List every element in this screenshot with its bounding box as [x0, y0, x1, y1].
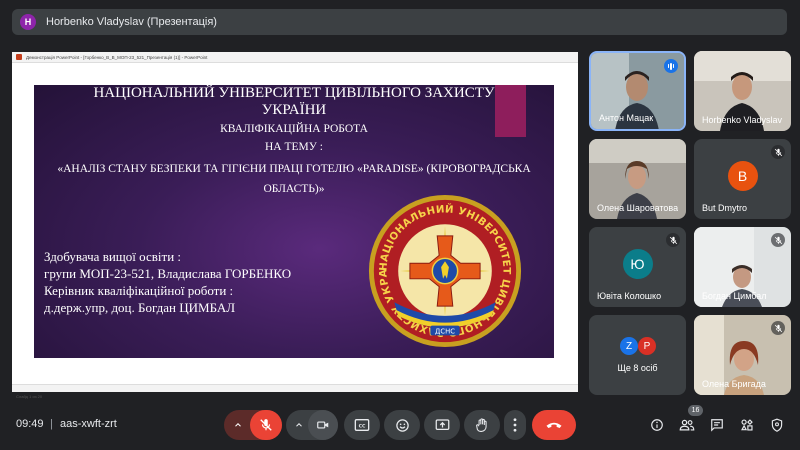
hand-icon — [476, 418, 487, 432]
divider: | — [50, 418, 53, 430]
presenter-label: Horbenko Vladyslav (Презентація) — [46, 16, 217, 28]
avatar: Ю — [622, 249, 653, 279]
mic-off-icon — [771, 233, 785, 247]
more-options-button[interactable] — [504, 410, 526, 440]
participant-tile-others[interactable]: Z P Ще 8 осіб — [589, 315, 686, 395]
chevron-up-icon — [296, 423, 302, 427]
participant-tile[interactable]: Ю Ювіта Колошко — [589, 227, 686, 307]
microphone-button[interactable] — [250, 410, 282, 440]
slide-body-line: д.держ.упр, доц. Богдан ЦИМБАЛ — [44, 300, 236, 315]
captions-icon: CC — [354, 419, 370, 431]
participant-tile[interactable]: Олена Шароватова — [589, 139, 686, 219]
people-icon — [679, 419, 695, 431]
slide-body-line: Керівник кваліфікаційної роботи : — [44, 283, 234, 298]
powerpoint-titlebar: Демонстрація PowerPoint - [Горбенко_В_В_… — [12, 52, 578, 63]
clock: 09:49 — [16, 418, 44, 430]
others-count-label: Ще 8 осіб — [617, 363, 658, 373]
mic-off-icon — [666, 233, 680, 247]
host-controls-button[interactable] — [768, 416, 786, 434]
svg-text:CC: CC — [359, 424, 366, 430]
mic-off-icon — [260, 419, 272, 431]
presenter-chip[interactable]: H Horbenko Vladyslav (Презентація) — [12, 9, 787, 35]
present-icon — [435, 419, 449, 430]
slide-body: Здобувача вищої освіти : групи МОП-23-52… — [44, 248, 344, 316]
shared-screen: Демонстрація PowerPoint - [Горбенко_В_В_… — [12, 52, 578, 399]
video-options-button[interactable] — [291, 417, 307, 433]
slide-counter: Слайд 1 из 20 — [16, 394, 43, 399]
mic-control-group — [224, 410, 282, 440]
slide-title: НАЦІОНАЛЬНИЙ УНІВЕРСИТЕТ ЦИВІЛЬНОГО ЗАХИ… — [93, 85, 495, 118]
more-icon — [513, 418, 517, 432]
activities-icon — [741, 419, 753, 431]
chevron-up-icon — [235, 423, 241, 427]
participant-tile[interactable]: Богдан Цимбал — [694, 227, 791, 307]
participant-tile[interactable]: Антон Мацак — [589, 51, 686, 131]
powerpoint-logo-icon — [16, 54, 22, 60]
camera-button[interactable] — [308, 410, 338, 440]
presenter-avatar: H — [20, 14, 36, 30]
university-emblem-icon: НАЦІОНАЛЬНИЙ УНІВЕРСИТЕТ ЦИВІЛЬНОГО ЗАХИ… — [367, 193, 522, 348]
avatar: B — [727, 161, 758, 191]
chat-icon — [711, 419, 723, 432]
participant-name: Олена Бригада — [702, 379, 766, 389]
camera-icon — [317, 421, 329, 429]
avatar: Z — [620, 337, 638, 355]
present-now-button[interactable] — [424, 410, 460, 440]
participant-name: Horbenko Vladyslav — [702, 115, 783, 125]
powerpoint-statusbar: Слайд 1 из 20 — [12, 384, 578, 399]
camera-control-group — [286, 410, 338, 440]
host-controls-icon — [771, 418, 783, 432]
end-call-icon — [546, 422, 562, 428]
mic-off-icon — [771, 321, 785, 335]
participant-tile[interactable]: B But Dmytro — [694, 139, 791, 219]
mic-off-icon — [771, 145, 785, 159]
reactions-button[interactable] — [384, 410, 420, 440]
participant-name: Олена Шароватова — [597, 203, 679, 213]
captions-button[interactable]: CC — [344, 410, 380, 440]
leave-call-button[interactable] — [532, 410, 576, 440]
speaking-indicator-icon — [664, 59, 678, 73]
audio-options-button[interactable] — [230, 417, 246, 433]
participant-name: Богдан Цимбал — [702, 291, 767, 301]
people-button[interactable] — [678, 416, 696, 434]
avatar: P — [638, 337, 656, 355]
participant-name: But Dmytro — [702, 203, 748, 213]
slide: НАЦІОНАЛЬНИЙ УНІВЕРСИТЕТ ЦИВІЛЬНОГО ЗАХИ… — [34, 85, 554, 358]
slide-subtitle-topic: НА ТЕМУ : — [265, 141, 323, 153]
participant-name: Ювіта Колошко — [597, 291, 662, 301]
meeting-details-button[interactable] — [648, 416, 666, 434]
powerpoint-window-title: Демонстрація PowerPoint - [Горбенко_В_В_… — [26, 54, 208, 60]
slide-body-line: групи МОП-23-521, Владислава ГОРБЕНКО — [44, 266, 292, 281]
info-icon — [651, 419, 663, 431]
participant-tile[interactable]: Horbenko Vladyslav — [694, 51, 791, 131]
slide-body-line: Здобувача вищої освіти : — [44, 249, 182, 264]
slide-subtitle: КВАЛІФІКАЦІЙНА РОБОТА — [220, 123, 368, 135]
activities-button[interactable] — [738, 416, 756, 434]
chat-button[interactable] — [708, 416, 726, 434]
participant-name: Антон Мацак — [599, 113, 654, 123]
emblem-badge-text: ДСНС — [435, 327, 455, 335]
people-count-badge: 16 — [688, 405, 703, 416]
raise-hand-button[interactable] — [464, 410, 500, 440]
emoji-icon — [395, 418, 409, 432]
participant-tile[interactable]: Олена Бригада — [694, 315, 791, 395]
meeting-code: aas-xwft-zrt — [60, 418, 117, 430]
